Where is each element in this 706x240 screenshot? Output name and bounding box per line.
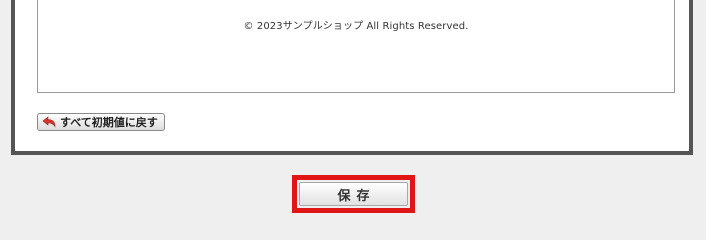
reset-button-label: すべて初期値に戻す <box>60 116 158 129</box>
footer-preview-box: © 2023サンプルショップ All Rights Reserved. <box>37 0 675 93</box>
settings-panel: © 2023サンプルショップ All Rights Reserved. すべて初… <box>11 0 693 155</box>
reset-all-defaults-button[interactable]: すべて初期値に戻す <box>37 113 165 131</box>
save-button[interactable]: 保存 <box>299 182 408 206</box>
copyright-text: © 2023サンプルショップ All Rights Reserved. <box>243 21 469 32</box>
undo-arrow-icon <box>42 116 56 128</box>
